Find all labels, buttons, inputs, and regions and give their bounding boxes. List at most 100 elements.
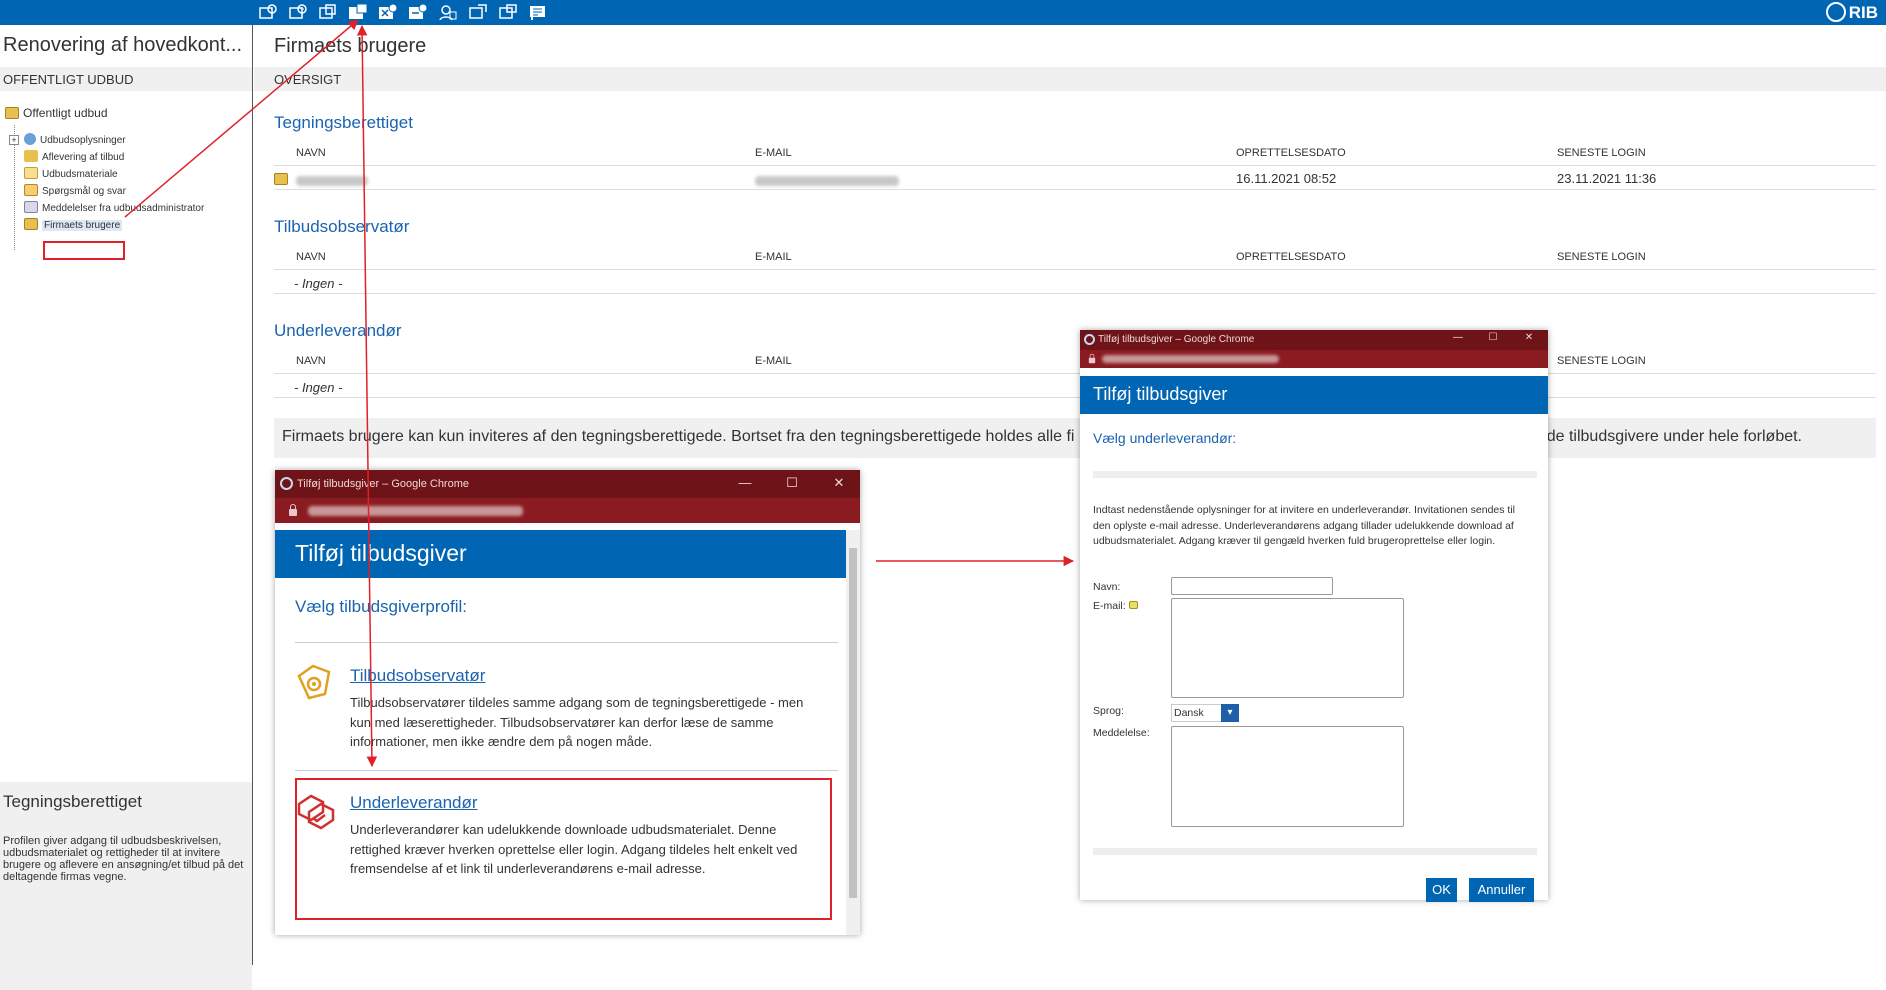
tree-item-udbudsoplysninger[interactable]: Udbudsoplysninger <box>24 133 126 147</box>
empty-row-text: - Ingen - <box>294 380 343 395</box>
section-title-tilbudsobservator: Tilbudsobservatør <box>274 217 410 236</box>
toolbar-icon-1[interactable] <box>258 3 278 21</box>
option-tilbudsobservator[interactable]: Tilbudsobservatør <box>350 666 485 686</box>
url-redacted <box>1102 355 1279 363</box>
col-header-email: E-MAIL <box>755 355 792 367</box>
tree-item-label: Firmaets brugere <box>42 220 123 231</box>
toolbar-icon-7[interactable] <box>438 3 458 21</box>
tree-root[interactable]: Offentligt udbud <box>5 106 108 120</box>
project-title: Renovering af hovedkont... <box>3 34 243 56</box>
row-divider <box>274 373 1876 374</box>
user-email-redacted <box>755 172 899 187</box>
message-textarea[interactable] <box>1171 726 1404 827</box>
message-label: Meddelelse: <box>1093 727 1150 739</box>
email-label: E-mail: <box>1093 600 1138 612</box>
app-icon <box>1084 334 1095 345</box>
tree-item-label: Aflevering af tilbud <box>42 152 125 163</box>
tree-item-label: Spørgsmål og svar <box>42 186 126 197</box>
add-bidder-window-profile: Tilføj tilbudsgiver – Google Chrome — ☐ … <box>275 470 860 935</box>
profile-info-text: Profilen giver adgang til udbudsbeskrive… <box>3 835 244 883</box>
toolbar-icon-4[interactable] <box>348 3 368 21</box>
globe-icon <box>24 133 36 145</box>
col-header-last-login: SENESTE LOGIN <box>1557 355 1646 367</box>
col-header-last-login: SENESTE LOGIN <box>1557 147 1646 159</box>
toolbar-icon-9[interactable] <box>498 3 518 21</box>
info-text-right: de tilbudsgivere under hele forløbet. <box>1546 428 1802 445</box>
maximize-button[interactable]: ☐ <box>1485 332 1501 343</box>
highlight-box <box>43 241 125 260</box>
document-icon <box>24 167 38 179</box>
tree-root-label: Offentligt udbud <box>23 106 108 120</box>
choose-subcontractor-label: Vælg underleverandør: <box>1093 430 1237 446</box>
toolbar-icon-2[interactable] <box>288 3 308 21</box>
cancel-button[interactable]: Annuller <box>1469 878 1534 902</box>
close-button[interactable]: ✕ <box>829 475 849 491</box>
window-title: Tilføj tilbudsgiver – Google Chrome <box>297 478 469 490</box>
language-value: Dansk <box>1174 707 1204 719</box>
minimize-button[interactable]: — <box>1450 332 1466 343</box>
chevron-down-icon[interactable]: ▾ <box>1221 704 1239 722</box>
row-divider <box>274 165 1876 166</box>
toolbar-icon-5[interactable] <box>378 3 398 21</box>
expand-toggle-icon[interactable]: + <box>9 135 19 145</box>
user-created-date: 16.11.2021 08:52 <box>1236 171 1337 186</box>
option-tilbudsobservator-text: Tilbudsobservatører tildeles samme adgan… <box>350 695 804 749</box>
url-bar[interactable] <box>275 498 860 523</box>
subcontractor-icon <box>297 794 335 830</box>
lock-icon <box>289 504 297 516</box>
window-titlebar: Tilføj tilbudsgiver – Google Chrome <box>1080 330 1548 350</box>
scrollbar-thumb[interactable] <box>849 548 857 898</box>
tree-item-spoergsmaal[interactable]: Spørgsmål og svar <box>24 184 126 198</box>
col-header-created: OPRETTELSESDATO <box>1236 251 1346 263</box>
rib-logo-mark <box>1825 2 1846 22</box>
name-label: Navn: <box>1093 581 1121 593</box>
row-divider <box>274 397 1876 398</box>
rib-logo: RIB <box>1825 2 1878 23</box>
tree-item-aflevering[interactable]: Aflevering af tilbud <box>24 150 124 164</box>
tree-item-label: Udbudsoplysninger <box>40 135 126 146</box>
toolbar-icon-10[interactable] <box>528 3 548 21</box>
separator-bar <box>1093 848 1537 855</box>
name-input[interactable] <box>1171 577 1333 595</box>
col-header-created: OPRETTELSESDATO <box>1236 147 1346 159</box>
tree-item-meddelelser[interactable]: Meddelelser fra udbudsadministrator <box>24 201 204 215</box>
language-select[interactable]: Dansk ▾ <box>1171 704 1239 722</box>
tooltip-icon[interactable] <box>1128 601 1138 609</box>
table-row[interactable] <box>274 171 292 186</box>
email-label-text: E-mail: <box>1093 600 1126 612</box>
row-divider <box>274 269 1876 270</box>
page-subtitle: OVERSIGT <box>254 67 1886 91</box>
toolbar-icon-6[interactable] <box>408 3 428 21</box>
scrollbar[interactable] <box>846 530 860 935</box>
language-label: Sprog: <box>1093 705 1124 717</box>
maximize-button[interactable]: ☐ <box>782 475 802 491</box>
dialog-heading: Tilføj tilbudsgiver <box>1080 376 1548 414</box>
minimize-button[interactable]: — <box>735 475 755 490</box>
email-textarea[interactable] <box>1171 598 1404 698</box>
app-icon <box>280 477 293 490</box>
option-underleverandor[interactable]: Underleverandør <box>350 793 478 813</box>
left-panel: Renovering af hovedkont... OFFENTLIGT UD… <box>0 25 253 990</box>
lock-icon <box>1088 353 1096 364</box>
section-title-tegningsberettiget: Tegningsberettiget <box>274 113 413 132</box>
question-icon <box>24 184 38 196</box>
tree-item-firmaets-brugere[interactable]: Firmaets brugere <box>24 218 123 232</box>
observer-icon <box>297 664 331 700</box>
url-bar[interactable] <box>1080 350 1548 368</box>
close-button[interactable]: ✕ <box>1521 332 1537 343</box>
section-title-underleverandor: Underleverandør <box>274 321 402 340</box>
col-header-name: NAVN <box>296 251 326 263</box>
toolbar-icon-3[interactable] <box>318 3 338 21</box>
users-icon <box>24 218 38 230</box>
toolbar-icon-8[interactable] <box>468 3 488 21</box>
folder-icon <box>5 107 19 119</box>
tree-item-udbudsmateriale[interactable]: Udbudsmateriale <box>24 167 118 181</box>
url-redacted <box>308 506 523 516</box>
left-subtitle: OFFENTLIGT UDBUD <box>0 67 252 91</box>
window-titlebar: Tilføj tilbudsgiver – Google Chrome <box>275 470 860 498</box>
row-divider <box>274 189 1876 190</box>
col-header-last-login: SENESTE LOGIN <box>1557 251 1646 263</box>
user-icon <box>274 173 288 185</box>
ok-button[interactable]: OK <box>1426 878 1457 902</box>
subcontractor-instructions: Indtast nedenstående oplysninger for at … <box>1093 504 1516 547</box>
